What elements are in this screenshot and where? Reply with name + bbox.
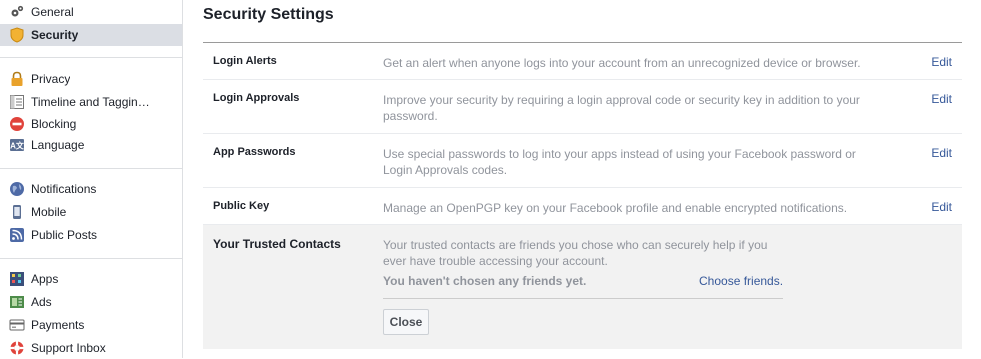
sidebar-item-label: Notifications: [31, 182, 97, 196]
sidebar-item-mobile[interactable]: Mobile: [0, 201, 182, 223]
sidebar-item-label: Public Posts: [31, 228, 98, 242]
sidebar-item-label: Payments: [31, 318, 85, 332]
sidebar-item-label: Mobile: [31, 205, 67, 219]
apps-icon: [9, 271, 25, 287]
timeline-icon: [9, 94, 25, 110]
sidebar-item-label: Apps: [31, 272, 59, 286]
globe-icon: [9, 181, 25, 197]
blocking-icon: [9, 116, 25, 132]
divider: [383, 298, 783, 299]
rss-icon: [9, 227, 25, 243]
sidebar-item-payments[interactable]: Payments: [0, 314, 182, 336]
setting-description: Use special passwords to log into your a…: [383, 147, 856, 177]
choose-friends-link[interactable]: Choose friends.: [699, 274, 783, 288]
sidebar-item-security[interactable]: Security: [0, 24, 182, 46]
sidebar-item-timeline[interactable]: Timeline and Taggin…: [0, 91, 182, 113]
trusted-contacts-description: Your trusted contacts are friends you ch…: [383, 238, 768, 268]
setting-row-login-approvals[interactable]: Login Approvals Improve your security by…: [203, 80, 962, 134]
lock-icon: [9, 71, 25, 87]
setting-description: Improve your security by requiring a log…: [383, 93, 860, 123]
edit-link[interactable]: Edit: [931, 146, 952, 160]
lifebuoy-icon: [9, 340, 25, 356]
sidebar-item-label: Ads: [31, 295, 52, 309]
setting-name: Login Alerts: [213, 55, 277, 67]
setting-row-login-alerts[interactable]: Login Alerts Get an alert when anyone lo…: [203, 43, 962, 80]
sidebar-item-notifications[interactable]: Notifications: [0, 178, 182, 200]
edit-link[interactable]: Edit: [931, 55, 952, 69]
security-settings-table: Login Alerts Get an alert when anyone lo…: [203, 42, 962, 349]
setting-description: Manage an OpenPGP key on your Facebook p…: [383, 201, 848, 215]
settings-sidebar: General Security Privacy Timeline and Ta…: [0, 0, 183, 358]
page-title: Security Settings: [203, 6, 334, 23]
sidebar-item-label: Support Inbox: [31, 341, 106, 355]
close-button[interactable]: Close: [383, 309, 429, 335]
sidebar-divider: [0, 168, 182, 169]
payments-icon: [9, 317, 25, 333]
sidebar-item-general[interactable]: General: [0, 1, 182, 23]
edit-link[interactable]: Edit: [931, 92, 952, 106]
svg-text:A文: A文: [10, 141, 25, 151]
ads-icon: [9, 294, 25, 310]
sidebar-item-label: Privacy: [31, 72, 71, 86]
mobile-icon: [9, 204, 25, 220]
language-icon: A文: [9, 137, 25, 153]
sidebar-item-public-posts[interactable]: Public Posts: [0, 224, 182, 246]
sidebar-item-support-inbox[interactable]: Support Inbox: [0, 337, 182, 359]
sidebar-item-blocking[interactable]: Blocking: [0, 113, 182, 135]
sidebar-item-ads[interactable]: Ads: [0, 291, 182, 313]
edit-link[interactable]: Edit: [931, 200, 952, 214]
setting-row-app-passwords[interactable]: App Passwords Use special passwords to l…: [203, 134, 962, 188]
gears-icon: [9, 4, 25, 20]
sidebar-item-label: Security: [31, 28, 79, 42]
sidebar-divider: [0, 258, 182, 259]
sidebar-item-label: Blocking: [31, 117, 77, 131]
setting-name: Public Key: [213, 200, 270, 212]
sidebar-item-privacy[interactable]: Privacy: [0, 68, 182, 90]
setting-row-public-key[interactable]: Public Key Manage an OpenPGP key on your…: [203, 188, 962, 225]
sidebar-item-label: Language: [31, 138, 85, 152]
sidebar-item-label: General: [31, 5, 74, 19]
shield-icon: [9, 27, 25, 43]
sidebar-item-language[interactable]: A文 Language: [0, 134, 182, 156]
trusted-contacts-status: You haven't chosen any friends yet.: [383, 274, 587, 288]
setting-name: Login Approvals: [213, 92, 300, 104]
setting-description: Get an alert when anyone logs into your …: [383, 56, 861, 70]
sidebar-divider: [0, 57, 182, 58]
sidebar-item-apps[interactable]: Apps: [0, 268, 182, 290]
setting-name: Your Trusted Contacts: [213, 237, 341, 251]
sidebar-item-label: Timeline and Taggin…: [31, 95, 150, 109]
setting-row-trusted-contacts: Your Trusted Contacts Your trusted conta…: [203, 225, 962, 349]
setting-name: App Passwords: [213, 146, 296, 158]
